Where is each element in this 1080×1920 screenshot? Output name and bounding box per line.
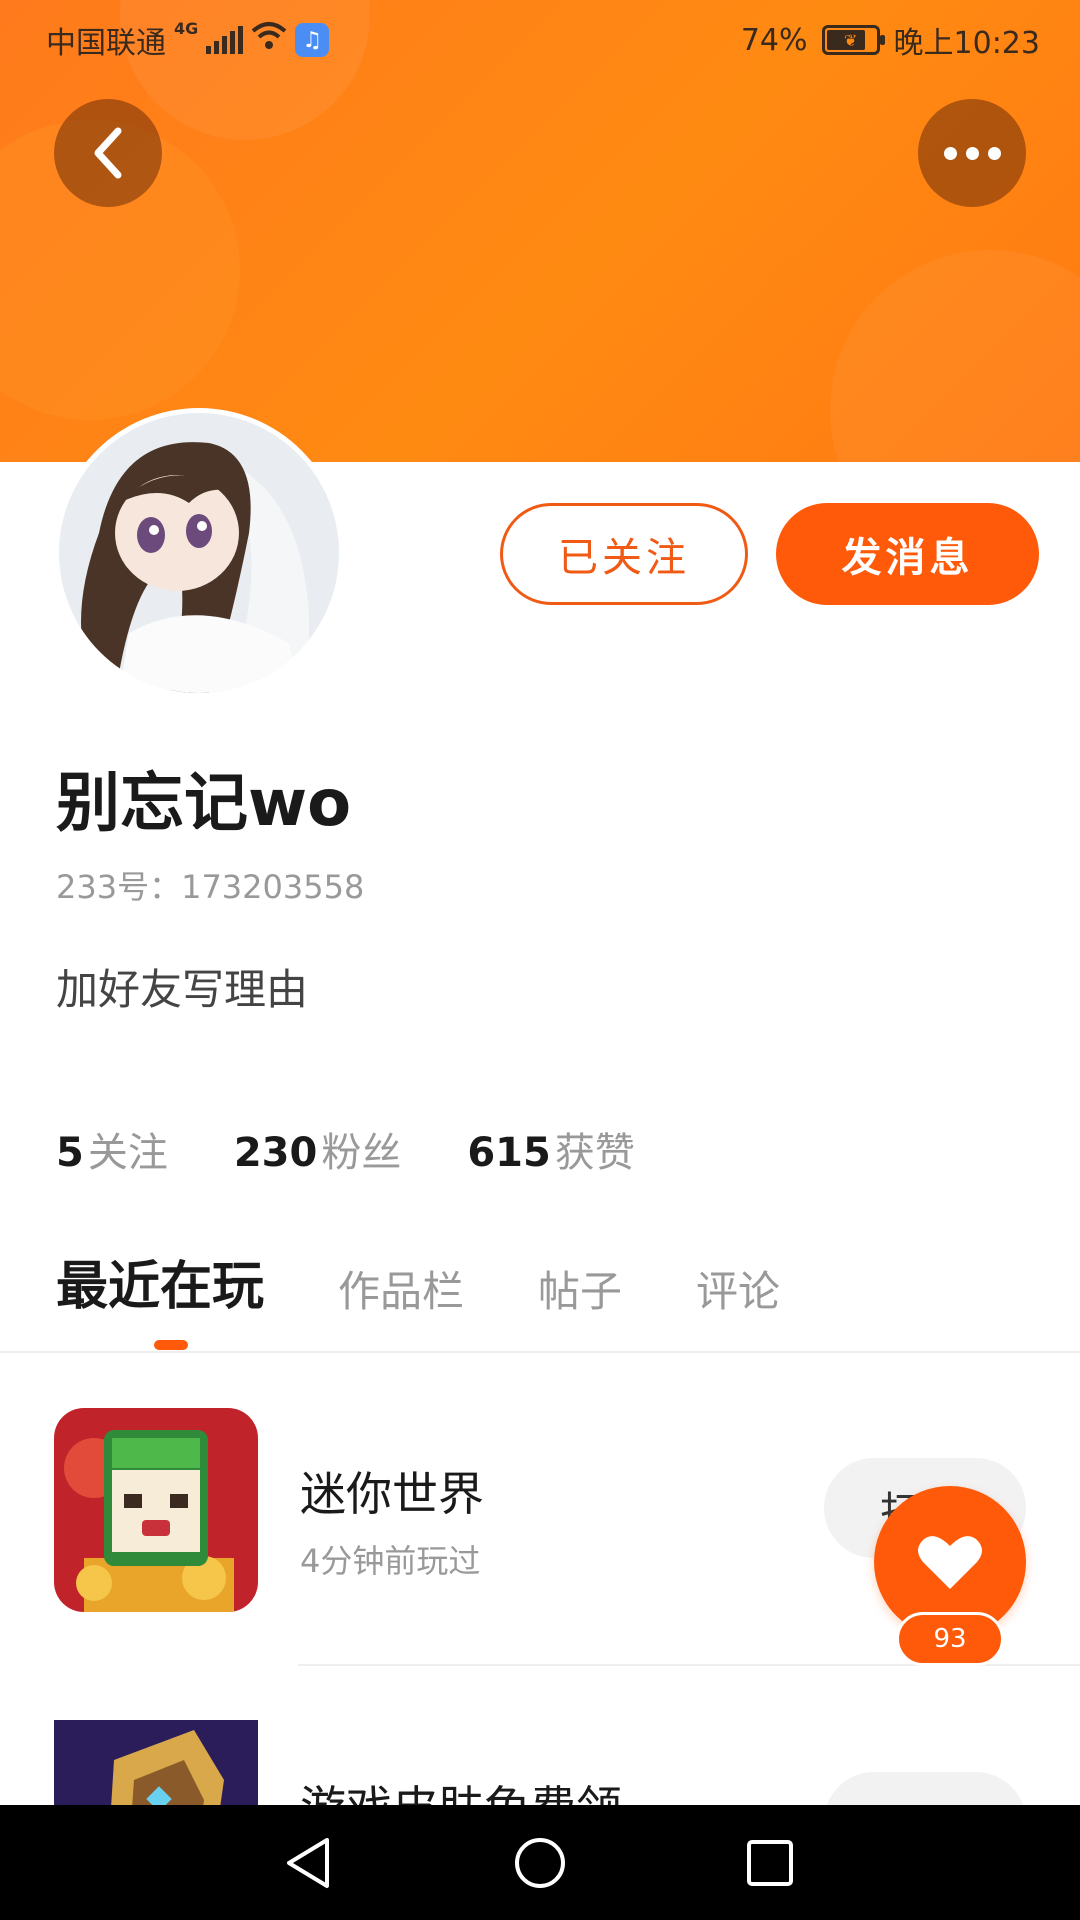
clock: 晚上10:23 [893, 26, 1040, 61]
profile-tabs: 最近在玩 作品栏 帖子 评论 [56, 1244, 854, 1319]
game-icon [54, 1720, 258, 1805]
status-bar-left: 中国联通 4G ♫ [46, 18, 330, 62]
stat-label: 关注 [87, 1130, 168, 1176]
stat-label: 获赞 [554, 1130, 635, 1176]
game-title: 游戏皮肤免费领 [300, 1772, 622, 1805]
music-app-icon: ♫ [295, 23, 330, 57]
stat-followers[interactable]: 230 粉丝 [234, 1120, 402, 1178]
chevron-left-icon [94, 127, 122, 179]
stat-likes[interactable]: 615 获赞 [467, 1120, 635, 1178]
battery-percent: 74% [740, 22, 808, 58]
avatar[interactable] [59, 413, 339, 693]
tabs-divider [0, 1351, 1080, 1353]
network-type: 4G [174, 18, 199, 38]
stat-label: 粉丝 [321, 1130, 402, 1176]
triangle-back-icon [287, 1838, 329, 1888]
follow-button[interactable]: 已关注 [500, 503, 748, 605]
system-nav-bar [0, 1805, 1080, 1920]
game-icon [54, 1408, 258, 1612]
carrier-name: 中国联通 [46, 26, 166, 61]
list-item[interactable]: 游戏皮肤免费领 [0, 1720, 1080, 1805]
avatar-frame [54, 408, 344, 698]
more-dots-icon [943, 146, 1001, 160]
tab-recently-played[interactable]: 最近在玩 [56, 1244, 264, 1319]
signal-icon [206, 26, 244, 54]
nav-recent-button[interactable] [740, 1833, 800, 1893]
stat-following[interactable]: 5 关注 [56, 1120, 168, 1178]
user-id: 233号：173203558 [56, 868, 365, 906]
get-skin-button[interactable] [824, 1772, 1026, 1805]
like-count-badge: 93 [896, 1612, 1004, 1666]
game-last-played: 4分钟前玩过 [300, 1542, 481, 1580]
nav-back-button[interactable] [278, 1833, 338, 1893]
heart-icon [918, 1536, 982, 1589]
stat-value: 5 [56, 1130, 84, 1176]
status-bar-right: 74% ❦ 晚上10:23 [741, 18, 1040, 62]
send-message-button[interactable]: 发消息 [776, 503, 1039, 605]
game-title: 迷你世界 [300, 1467, 484, 1521]
wifi-icon [251, 21, 287, 59]
stat-value: 615 [467, 1130, 551, 1176]
username: 别忘记wo [56, 767, 352, 841]
tab-posts[interactable]: 帖子 [538, 1258, 622, 1319]
battery-icon: ❦ [821, 25, 885, 55]
stat-value: 230 [233, 1130, 318, 1176]
stats-row: 5 关注 230 粉丝 615 获赞 [56, 1120, 635, 1178]
more-button[interactable] [918, 99, 1026, 207]
leaf-icon: ❦ [843, 30, 858, 50]
nav-home-button[interactable] [510, 1833, 570, 1893]
square-recent-icon [747, 1840, 793, 1886]
status-bar: 中国联通 4G ♫ 74% ❦ 晚上10:23 [0, 0, 1080, 78]
back-button[interactable] [54, 99, 162, 207]
user-bio: 加好友写理由 [56, 965, 309, 1014]
header-decoration [830, 250, 1080, 462]
active-tab-indicator [154, 1340, 188, 1350]
circle-home-icon [515, 1838, 565, 1888]
tab-comments[interactable]: 评论 [696, 1258, 780, 1319]
tab-works[interactable]: 作品栏 [338, 1258, 464, 1319]
